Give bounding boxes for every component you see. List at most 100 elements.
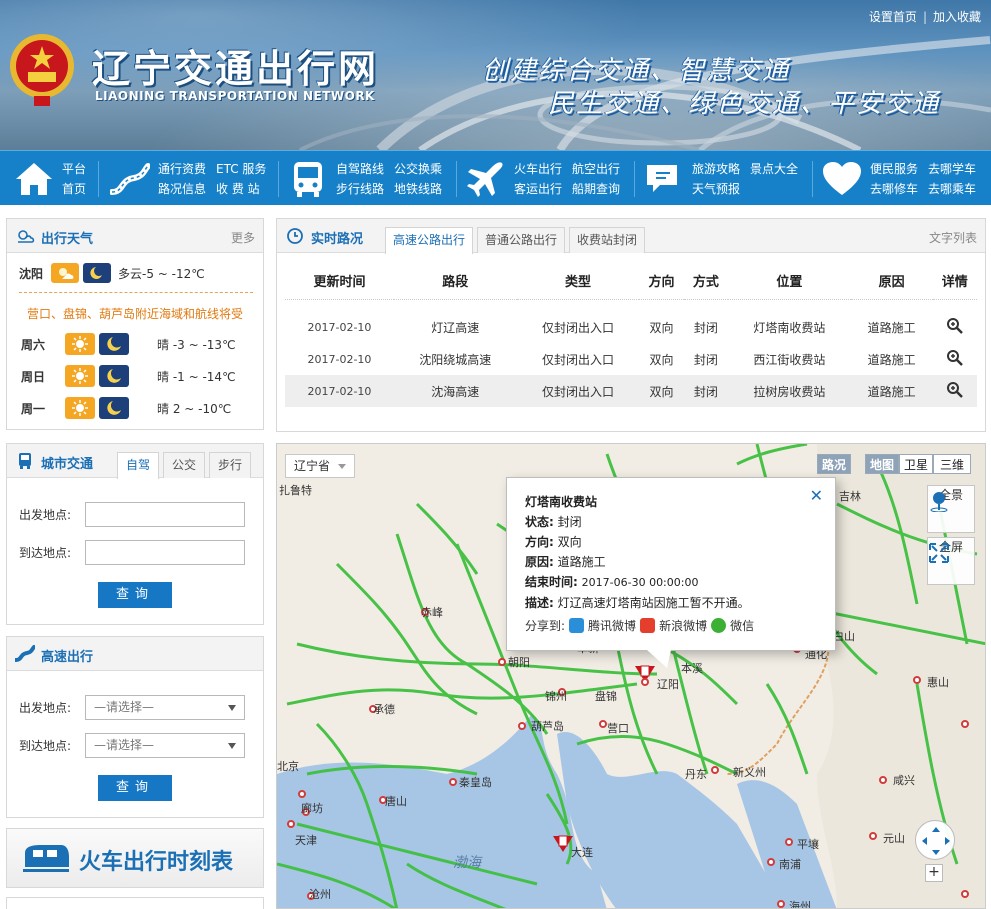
map-label: 秦皇岛 bbox=[459, 776, 492, 789]
nav-bus-transfer[interactable]: 公交换乘 bbox=[394, 161, 442, 177]
map-label: 唐山 bbox=[385, 795, 407, 808]
nav-walking-route[interactable]: 步行线路 bbox=[336, 181, 384, 197]
train-timetable-link[interactable]: 火车出行时刻表 bbox=[6, 828, 264, 888]
popup-close-icon[interactable]: ✕ bbox=[810, 486, 823, 505]
zoom-in-button[interactable]: + bbox=[925, 864, 943, 882]
column-header: 方式 bbox=[683, 263, 729, 300]
forecast-day: 周一 bbox=[21, 401, 46, 416]
nav-subway-route[interactable]: 地铁线路 bbox=[394, 181, 442, 197]
nav-car-repair[interactable]: 去哪修车 bbox=[870, 181, 918, 197]
highway-from-select[interactable]: —请选择— bbox=[85, 695, 245, 720]
nav-where-to-board[interactable]: 去哪乘车 bbox=[928, 181, 976, 197]
fullscreen-icon bbox=[929, 543, 949, 563]
highway-to-select[interactable]: —请选择— bbox=[85, 733, 245, 758]
forecast-desc: 晴 2 ~ -10℃ bbox=[157, 401, 232, 416]
moon-icon bbox=[99, 333, 129, 355]
table-row[interactable]: 2017-02-10 沈阳绕城高速 仅封闭出入口 双向 封闭 西江街收费站 道路… bbox=[285, 343, 977, 375]
bus-icon[interactable] bbox=[286, 157, 330, 201]
province-select[interactable]: 辽宁省 bbox=[285, 454, 355, 478]
wechat-icon[interactable] bbox=[711, 618, 727, 633]
nav-home[interactable]: 首页 bbox=[62, 181, 86, 197]
plane-icon[interactable] bbox=[464, 157, 508, 201]
nav-etc-service[interactable]: ETC 服务 bbox=[216, 161, 266, 177]
weather-alert[interactable]: 营口、盘锦、葫芦岛附近海域和航线将受 bbox=[27, 305, 247, 322]
tab-expressway[interactable]: 高速公路出行 bbox=[385, 227, 474, 254]
map-mode-3d[interactable]: 三维 bbox=[933, 454, 971, 474]
traffic-map[interactable]: 扎鲁特 吉林 赤峰 朝阳 阜新 本溪 辽阳 锦州 盘锦 承德 葫芦岛 营口 通化… bbox=[276, 443, 986, 909]
table-row[interactable]: 2017-02-10 沈海高速 仅封闭出入口 双向 封闭 拉树房收费站 道路施工 bbox=[285, 375, 977, 407]
tab-ordinary-road[interactable]: 普通公路出行 bbox=[477, 227, 566, 253]
nav-group-services: 便民服务 去哪学车 去哪修车 去哪乘车 bbox=[820, 151, 976, 206]
nav-toll-stations[interactable]: 收 费 站 bbox=[216, 181, 266, 197]
nav-toll-fees[interactable]: 通行资费 bbox=[158, 161, 206, 177]
tab-bus[interactable]: 公交 bbox=[163, 452, 206, 478]
traffic-layer-button[interactable]: 路况 bbox=[817, 454, 851, 474]
nav-driving-route[interactable]: 自驾路线 bbox=[336, 161, 384, 177]
map-mode-satellite[interactable]: 卫星 bbox=[899, 454, 933, 474]
map-label: 锦州 bbox=[545, 690, 567, 703]
map-label: 大连 bbox=[571, 846, 593, 859]
fullscreen-button[interactable]: 全屏 bbox=[927, 537, 975, 585]
map-label: 北京 bbox=[277, 760, 299, 773]
share-sina-weibo[interactable]: 新浪微博 bbox=[659, 617, 707, 634]
nav-travel-guide[interactable]: 旅游攻略 bbox=[692, 161, 740, 177]
chat-icon[interactable] bbox=[642, 157, 686, 201]
nav-road-info[interactable]: 路况信息 bbox=[158, 181, 206, 197]
map-label: 白山 bbox=[833, 630, 855, 643]
map-mode-map[interactable]: 地图 bbox=[865, 454, 899, 474]
map-label: 营口 bbox=[607, 722, 629, 735]
weather-more-link[interactable]: 更多 bbox=[231, 229, 255, 246]
column-header: 类型 bbox=[516, 263, 640, 300]
add-favorite-link[interactable]: 加入收藏 bbox=[933, 10, 981, 24]
nav-group-home: 平台 首页 bbox=[12, 151, 86, 206]
map-label: 惠山 bbox=[927, 676, 949, 689]
tab-toll-closure[interactable]: 收费站封闭 bbox=[569, 227, 646, 253]
detail-zoom-icon[interactable] bbox=[932, 375, 977, 407]
nav-air-travel[interactable]: 航空出行 bbox=[572, 161, 620, 177]
realtime-road-panel: 实时路况 高速公路出行 普通公路出行 收费站封闭 文字列表 更新时间 路段 类型… bbox=[276, 218, 986, 432]
detail-zoom-icon[interactable] bbox=[933, 343, 977, 375]
weather-divider bbox=[19, 292, 253, 293]
share-wechat[interactable]: 微信 bbox=[730, 617, 754, 634]
road-icon[interactable] bbox=[108, 157, 152, 201]
tab-self-drive[interactable]: 自驾 bbox=[117, 452, 160, 479]
from-label: 出发地点: bbox=[19, 508, 72, 522]
popup-reason: 原因: 道路施工 bbox=[525, 555, 606, 569]
nav-ship-schedule[interactable]: 船期查询 bbox=[572, 181, 620, 197]
text-list-link[interactable]: 文字列表 bbox=[929, 229, 977, 246]
to-input[interactable] bbox=[85, 540, 245, 565]
tab-walk[interactable]: 步行 bbox=[209, 452, 252, 478]
nav-scenic-spots[interactable]: 景点大全 bbox=[750, 161, 798, 177]
site-title-english: LIAONING TRANSPORTATION NETWORK bbox=[95, 89, 375, 103]
map-pan-control[interactable] bbox=[915, 820, 955, 860]
cell-reason: 道路施工 bbox=[867, 352, 916, 367]
set-homepage-link[interactable]: 设置首页 bbox=[869, 10, 917, 24]
map-label: 盘锦 bbox=[595, 690, 617, 703]
nav-public-service[interactable]: 便民服务 bbox=[870, 161, 918, 177]
cell-road: 灯辽高速 bbox=[431, 320, 480, 335]
table-row[interactable]: 2017-02-10 灯辽高速 仅封闭出入口 双向 封闭 灯塔南收费站 道路施工 bbox=[285, 311, 977, 343]
column-header: 方向 bbox=[639, 263, 684, 300]
sun-cloud-icon bbox=[51, 263, 80, 283]
tencent-weibo-icon[interactable] bbox=[569, 618, 585, 633]
nav-train-travel[interactable]: 火车出行 bbox=[514, 161, 562, 177]
home-icon[interactable] bbox=[12, 157, 56, 201]
sina-weibo-icon[interactable] bbox=[640, 618, 656, 633]
map-label: 南浦 bbox=[779, 858, 801, 871]
city-query-button[interactable]: 查询 bbox=[98, 582, 172, 608]
map-label: 海州 bbox=[789, 900, 811, 909]
from-input[interactable] bbox=[85, 502, 245, 527]
nav-driving-school[interactable]: 去哪学车 bbox=[928, 161, 976, 177]
nav-group-tourism: 旅游攻略 景点大全 天气预报 bbox=[642, 151, 798, 206]
nav-weather-forecast[interactable]: 天气预报 bbox=[692, 181, 740, 197]
to-row: 到达地点: bbox=[19, 540, 245, 565]
share-tencent-weibo[interactable]: 腾讯微博 bbox=[588, 617, 636, 634]
popup-description: 描述: 灯辽高速灯塔南站因施工暂不开通。 bbox=[525, 596, 750, 610]
column-header: 路段 bbox=[393, 263, 517, 300]
nav-platform[interactable]: 平台 bbox=[62, 161, 86, 177]
nav-coach-travel[interactable]: 客运出行 bbox=[514, 181, 562, 197]
panorama-button[interactable]: 全景 bbox=[927, 485, 975, 533]
highway-query-button[interactable]: 查询 bbox=[98, 775, 172, 801]
detail-zoom-icon[interactable] bbox=[933, 311, 977, 343]
heart-icon[interactable] bbox=[820, 157, 864, 201]
